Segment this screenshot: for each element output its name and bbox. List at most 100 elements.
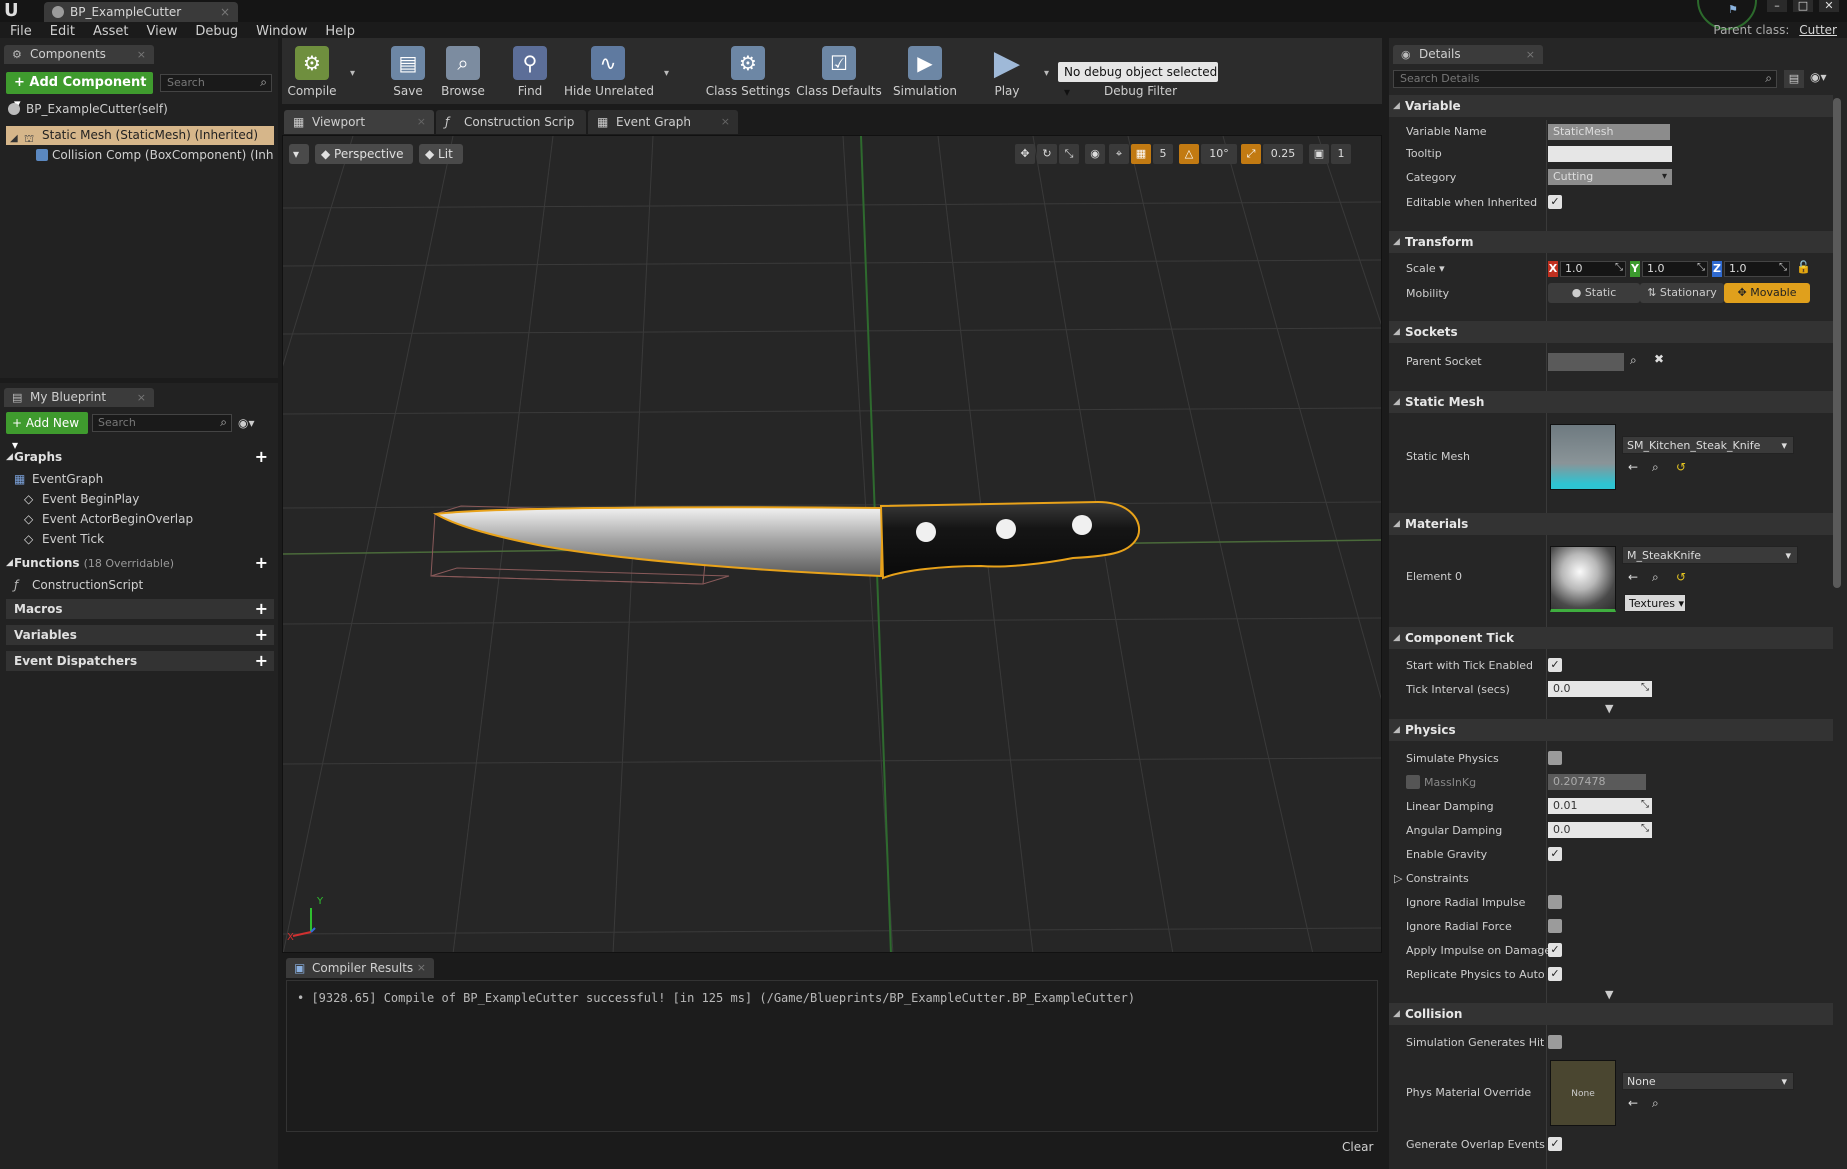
close-details-icon[interactable]: × bbox=[1526, 45, 1535, 64]
angular-damping-field[interactable]: 0.0 ⤡ bbox=[1548, 822, 1652, 838]
material-thumbnail[interactable] bbox=[1550, 546, 1616, 612]
lock-icon[interactable]: 🔓 bbox=[1796, 260, 1811, 274]
textures-dropdown[interactable]: Textures ▾ bbox=[1624, 594, 1686, 612]
close-my-blueprint-icon[interactable]: × bbox=[137, 388, 146, 407]
collapse-arrow-icon[interactable]: ◢ bbox=[1393, 1003, 1400, 1025]
editable-inherited-checkbox[interactable]: ✓ bbox=[1548, 195, 1562, 209]
maximize-button[interactable]: □ bbox=[1793, 0, 1813, 12]
use-selected-arrow-icon[interactable]: ← bbox=[1628, 460, 1638, 474]
document-tab[interactable]: BP_ExampleCutter × bbox=[44, 2, 238, 22]
find-button[interactable]: ⚲ Find bbox=[508, 38, 552, 104]
ignore-radial-impulse-checkbox[interactable] bbox=[1548, 895, 1562, 909]
add-macro-button[interactable]: + bbox=[255, 599, 268, 619]
clear-socket-icon[interactable]: ✖ bbox=[1654, 352, 1664, 366]
category-collision[interactable]: ◢ Collision bbox=[1389, 1003, 1833, 1025]
play-button[interactable]: ▶ Play bbox=[982, 38, 1032, 104]
unreal-logo-icon[interactable]: U bbox=[4, 1, 24, 21]
use-selected-arrow-icon[interactable]: ← bbox=[1628, 570, 1638, 584]
collapse-arrow-icon[interactable]: ◢ bbox=[6, 553, 13, 573]
minimize-button[interactable]: – bbox=[1767, 0, 1787, 12]
rotation-snap-icon[interactable]: △ bbox=[1179, 144, 1199, 164]
close-viewport-tab-icon[interactable]: × bbox=[417, 110, 426, 134]
generate-overlap-checkbox[interactable]: ✓ bbox=[1548, 1137, 1562, 1151]
hide-unrelated-button[interactable]: ∿ Hide Unrelated bbox=[564, 38, 654, 104]
use-selected-arrow-icon[interactable]: ← bbox=[1628, 1096, 1638, 1110]
category-variable[interactable]: ◢ Variable bbox=[1389, 95, 1833, 117]
mobility-static-button[interactable]: ● Static bbox=[1548, 283, 1640, 303]
surface-snap-icon[interactable]: ⌖ bbox=[1109, 144, 1129, 164]
add-new-button[interactable]: + Add New ▾ bbox=[6, 412, 88, 452]
material-picker[interactable]: M_SteakKnife ▾ bbox=[1622, 546, 1798, 564]
property-matrix-icon[interactable]: ▤ bbox=[1784, 70, 1804, 88]
parent-socket-field[interactable] bbox=[1548, 353, 1624, 371]
add-graph-button[interactable]: + bbox=[255, 447, 268, 467]
collapse-arrow-icon[interactable]: ◢ bbox=[1393, 95, 1400, 117]
translate-tool-icon[interactable]: ✥ bbox=[1015, 144, 1035, 164]
rotation-snap-value[interactable]: 10° bbox=[1201, 144, 1237, 164]
graphs-section[interactable]: ◢ Graphs + bbox=[6, 447, 274, 467]
class-defaults-button[interactable]: ☑ Class Defaults bbox=[796, 38, 882, 104]
tab-construction-script[interactable]: ƒ Construction Scrip bbox=[436, 110, 586, 134]
close-tab-icon[interactable]: × bbox=[220, 2, 230, 22]
components-search-input[interactable]: Search ⌕ bbox=[160, 74, 272, 92]
add-component-button[interactable]: + Add Component ▾ bbox=[6, 72, 153, 112]
tab-compiler-results[interactable]: ▣ Compiler Results × bbox=[286, 958, 434, 978]
parent-class-link[interactable]: Cutter bbox=[1799, 23, 1837, 37]
tab-viewport[interactable]: ▦ Viewport × bbox=[284, 110, 434, 134]
tab-my-blueprint[interactable]: ▤ My Blueprint × bbox=[4, 388, 154, 407]
tooltip-field[interactable] bbox=[1548, 146, 1672, 162]
functions-section[interactable]: ◢ Functions (18 Overridable) + bbox=[6, 553, 274, 573]
category-dropdown[interactable]: Cutting ▾ bbox=[1548, 169, 1672, 185]
static-mesh-picker[interactable]: SM_Kitchen_Steak_Knife ▾ bbox=[1622, 436, 1794, 454]
rotate-tool-icon[interactable]: ↻ bbox=[1037, 144, 1057, 164]
simulate-physics-checkbox[interactable] bbox=[1548, 751, 1562, 765]
collapse-arrow-icon[interactable]: ◢ bbox=[6, 447, 13, 467]
expand-arrow-icon[interactable]: ◢ bbox=[10, 129, 22, 144]
scale-snap-value[interactable]: 0.25 bbox=[1263, 144, 1303, 164]
viewport-options-button[interactable]: ▾ bbox=[289, 144, 309, 164]
simulation-button[interactable]: ▶ Simulation bbox=[888, 38, 962, 104]
scale-z-field[interactable]: 1.0 ⤡ bbox=[1724, 261, 1790, 277]
reset-arrow-icon[interactable]: ↺ bbox=[1676, 460, 1686, 474]
advanced-expand-icon[interactable]: ▼ bbox=[1605, 702, 1613, 715]
sim-generates-hit-checkbox[interactable] bbox=[1548, 1035, 1562, 1049]
scale-x-field[interactable]: 1.0 ⤡ bbox=[1560, 261, 1626, 277]
category-sockets[interactable]: ◢ Sockets bbox=[1389, 321, 1833, 343]
grid-snap-icon[interactable]: ▦ bbox=[1131, 144, 1151, 164]
category-component-tick[interactable]: ◢ Component Tick bbox=[1389, 627, 1833, 649]
close-event-graph-tab-icon[interactable]: × bbox=[721, 110, 730, 134]
perspective-button[interactable]: ◆ Perspective bbox=[315, 144, 413, 164]
component-item-collision[interactable]: Collision Comp (BoxComponent) (Inherit bbox=[6, 146, 274, 164]
add-variable-button[interactable]: + bbox=[255, 625, 268, 645]
tab-event-graph[interactable]: ▦ Event Graph × bbox=[588, 110, 738, 134]
save-button[interactable]: ▤ Save bbox=[386, 38, 430, 104]
details-scrollbar[interactable] bbox=[1833, 98, 1841, 588]
coordinate-system-icon[interactable]: ◉ bbox=[1085, 144, 1105, 164]
view-mode-lit-button[interactable]: ◆ Lit bbox=[419, 144, 463, 164]
ignore-radial-force-checkbox[interactable] bbox=[1548, 919, 1562, 933]
play-options-caret[interactable]: ▾ bbox=[1044, 68, 1049, 79]
hide-unrelated-options-caret[interactable]: ▾ bbox=[664, 68, 669, 79]
tree-item-construction-script[interactable]: ƒ ConstructionScript bbox=[14, 576, 143, 594]
feedback-icon[interactable]: ⚑ bbox=[1728, 3, 1742, 16]
camera-speed-value[interactable]: 1 bbox=[1331, 144, 1351, 164]
start-tick-checkbox[interactable]: ✓ bbox=[1548, 658, 1562, 672]
collapse-arrow-icon[interactable]: ◢ bbox=[1393, 627, 1400, 649]
reset-arrow-icon[interactable]: ↺ bbox=[1676, 570, 1686, 584]
grid-snap-value[interactable]: 5 bbox=[1153, 144, 1173, 164]
variables-section[interactable]: Variables + bbox=[6, 625, 274, 645]
view-options-eye-icon[interactable]: ◉▾ bbox=[1810, 70, 1840, 88]
scale-snap-icon[interactable]: ⤢ bbox=[1241, 144, 1261, 164]
linear-damping-field[interactable]: 0.01 ⤡ bbox=[1548, 798, 1652, 814]
collapse-arrow-icon[interactable]: ◢ bbox=[1393, 391, 1400, 413]
close-window-button[interactable]: ✕ bbox=[1819, 0, 1839, 12]
advanced-expand-icon[interactable]: ▼ bbox=[1605, 988, 1613, 1001]
view-options-eye-icon[interactable]: ◉▾ bbox=[238, 416, 268, 430]
browse-asset-icon[interactable]: ⌕ bbox=[1652, 570, 1659, 585]
category-static-mesh[interactable]: ◢ Static Mesh bbox=[1389, 391, 1833, 413]
close-components-icon[interactable]: × bbox=[137, 45, 146, 64]
class-settings-button[interactable]: ⚙ Class Settings bbox=[702, 38, 794, 104]
compile-options-caret[interactable]: ▾ bbox=[350, 68, 355, 79]
camera-speed-icon[interactable]: ▣ bbox=[1309, 144, 1329, 164]
tree-item-event-tick[interactable]: ◇ Event Tick bbox=[24, 530, 104, 548]
